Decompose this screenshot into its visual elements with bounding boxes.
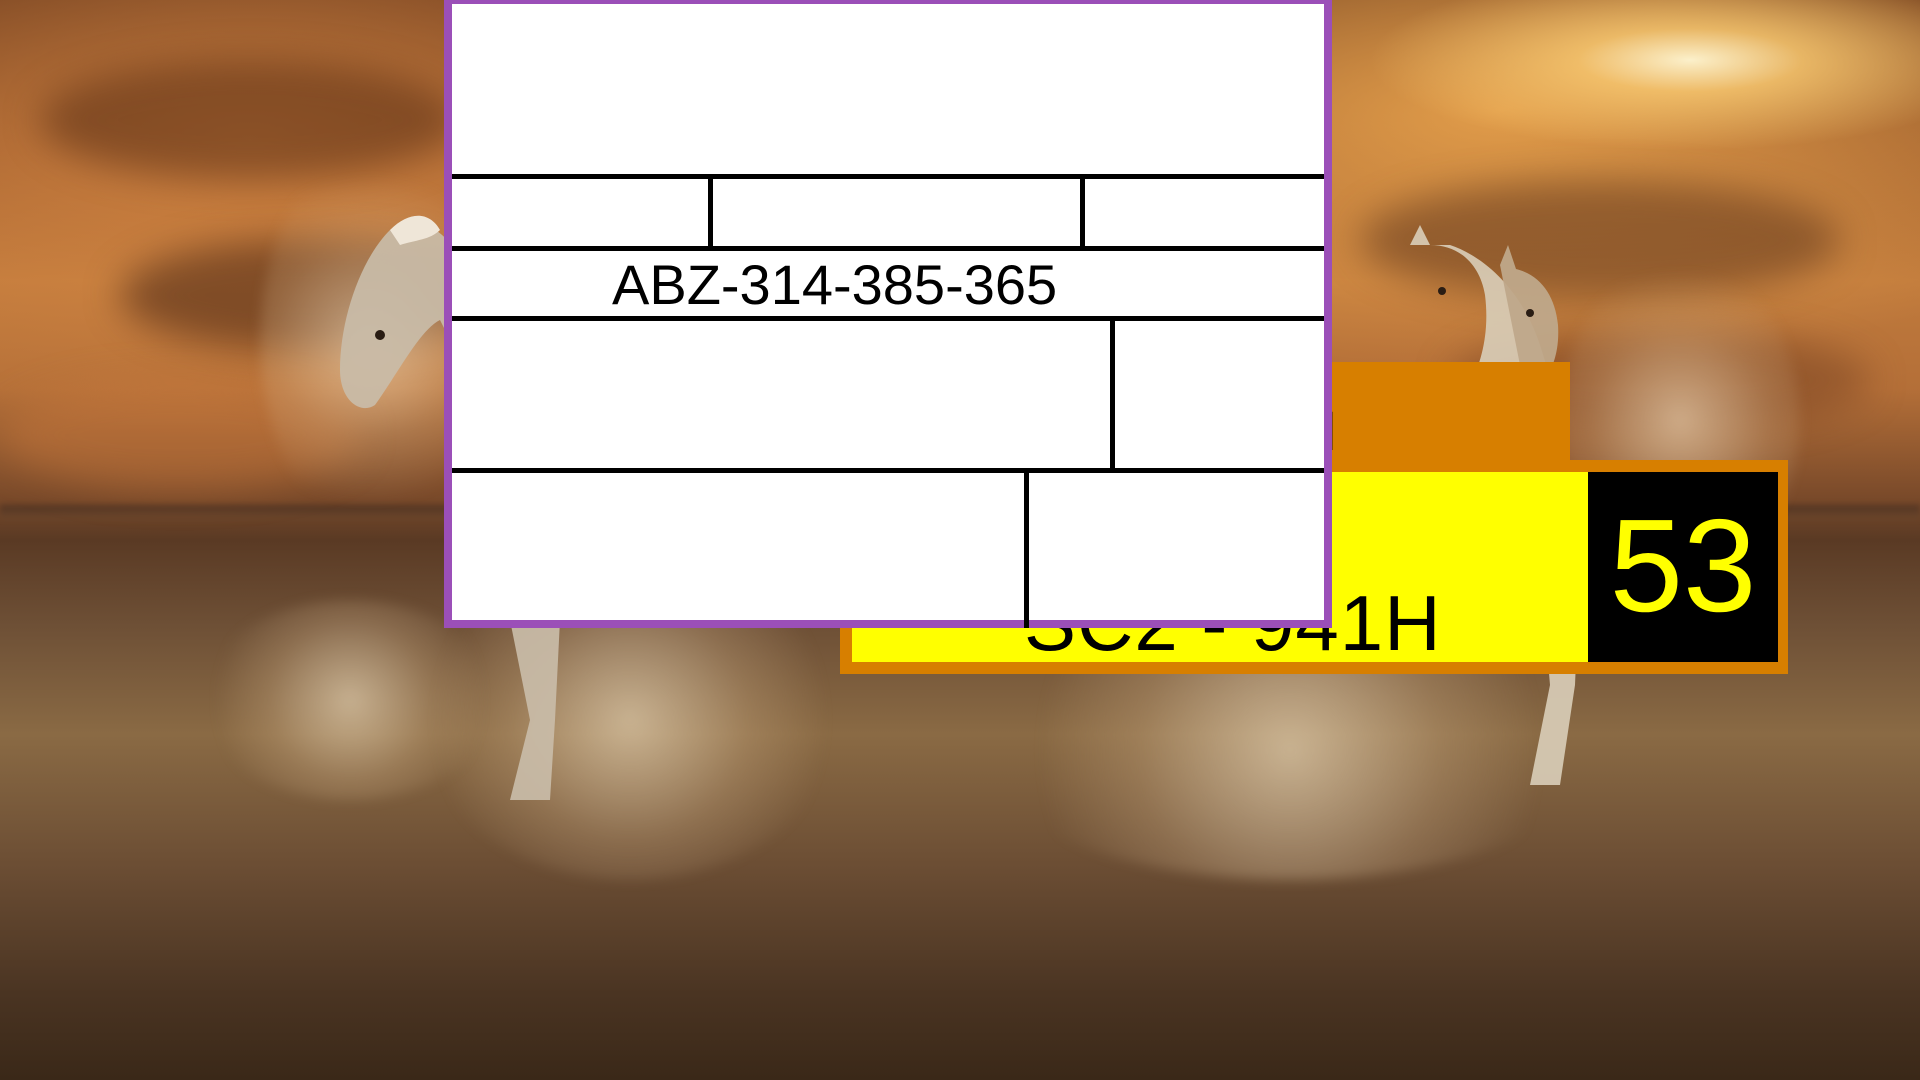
card-divider	[452, 468, 1324, 473]
card-divider	[1110, 316, 1115, 472]
card-divider	[452, 174, 1324, 179]
form-card: ABZ-314-385-365	[444, 0, 1332, 628]
card-divider	[1024, 468, 1029, 628]
card-code-text: ABZ-314-385-365	[612, 253, 1058, 316]
card-divider	[452, 246, 1324, 251]
sign-number-panel: 53	[1588, 472, 1778, 662]
card-divider	[1080, 174, 1085, 246]
scene-background: I SC2 - 941H 53 ABZ-314-385-365	[0, 0, 1920, 1080]
card-divider	[708, 174, 713, 246]
sign-top-tab	[1300, 362, 1570, 470]
card-divider	[452, 316, 1324, 321]
sign-number-text: 53	[1609, 492, 1757, 639]
